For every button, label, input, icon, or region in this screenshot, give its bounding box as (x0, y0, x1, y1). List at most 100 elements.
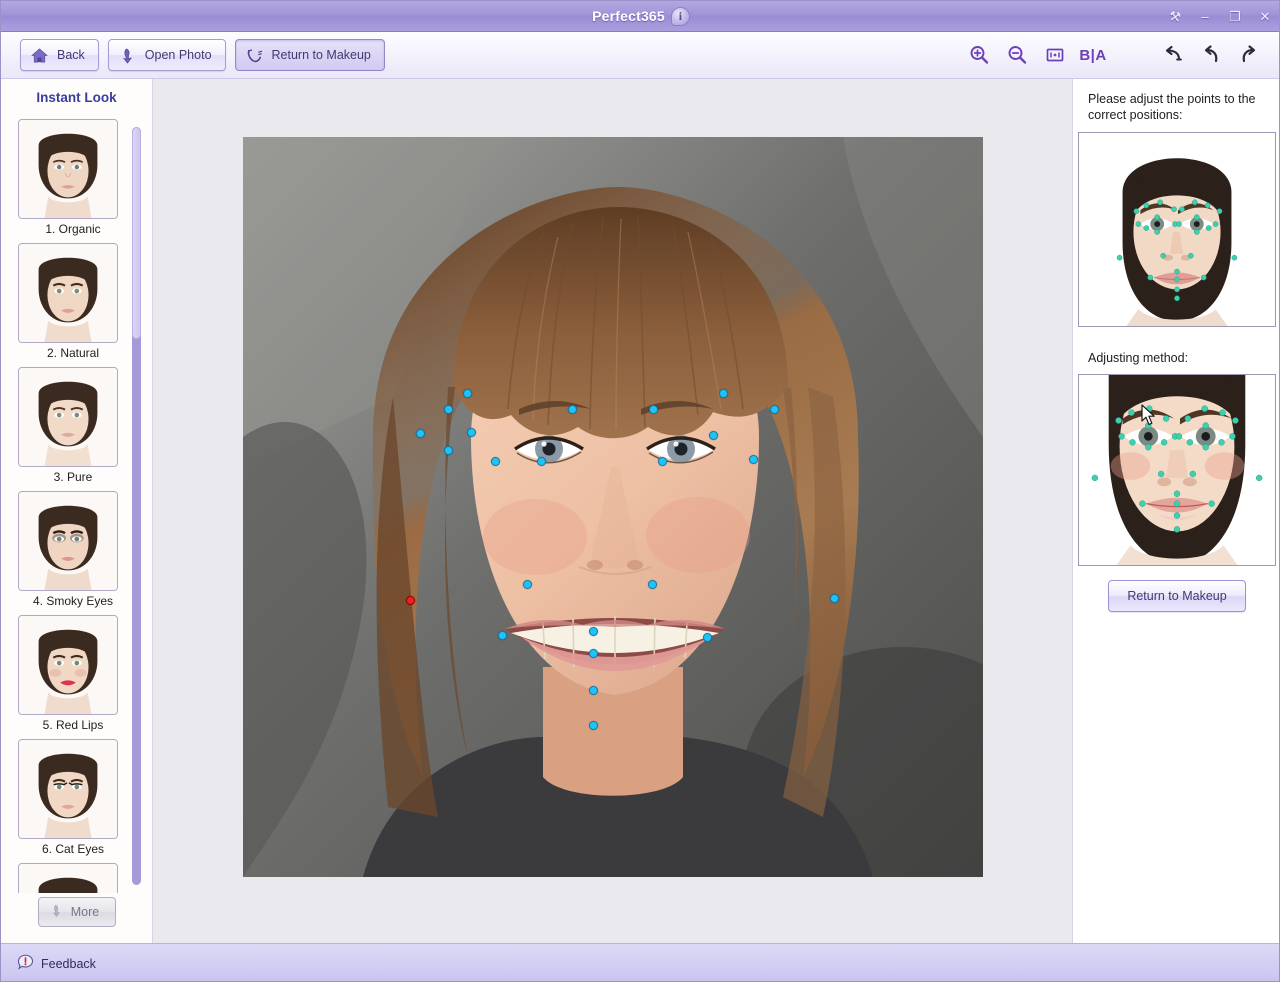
more-button[interactable]: More (37, 897, 117, 927)
sidebar-item-label: 1. Organic (45, 222, 101, 236)
landmark-point[interactable] (588, 626, 598, 636)
back-button[interactable]: Back (20, 39, 99, 71)
landmark-point[interactable] (522, 579, 532, 589)
window-controls: ⚒ – ❐ ✕ (1167, 1, 1273, 32)
toolbar: Back Open Photo Return to Makeup B|A (1, 32, 1279, 79)
landmark-point[interactable] (567, 404, 577, 414)
before-after-label: B|A (1079, 46, 1107, 64)
landmark-point[interactable] (748, 454, 758, 464)
return-to-makeup-container: Return to Makeup (1073, 580, 1279, 612)
landmark-point[interactable] (415, 428, 425, 438)
open-photo-button[interactable]: Open Photo (107, 39, 226, 71)
landmark-point[interactable] (462, 388, 472, 398)
return-to-makeup-button[interactable]: Return to Makeup (1108, 580, 1246, 612)
sidebar-scroll-region[interactable]: 1. Organic 2. Natural 3. Pure 4. Smoky E… (1, 119, 153, 893)
sidebar-item-smoky-eyes[interactable]: 4. Smoky Eyes (18, 491, 128, 610)
sidebar-item-pure[interactable]: 3. Pure (18, 367, 128, 486)
info-icon[interactable]: i (670, 6, 690, 26)
reference-image-box (1078, 132, 1276, 327)
adjusting-method-box (1078, 374, 1276, 566)
mouse-cursor-icon (1141, 404, 1159, 428)
minimize-button[interactable]: – (1197, 10, 1213, 23)
instant-look-list: 1. Organic 2. Natural 3. Pure 4. Smoky E… (18, 119, 128, 893)
photo-canvas[interactable] (153, 79, 1072, 943)
reference-face-image (1079, 133, 1275, 326)
landmark-point[interactable] (443, 404, 453, 414)
return-to-makeup-toolbar-button[interactable]: Return to Makeup (234, 39, 385, 71)
more-button-container: More (1, 897, 153, 927)
landmark-point[interactable] (588, 720, 598, 730)
adjusting-method-image (1079, 375, 1275, 565)
maximize-button[interactable]: ❐ (1227, 10, 1243, 23)
look-thumbnail (18, 119, 118, 219)
landmark-point[interactable] (769, 404, 779, 414)
return-to-makeup-toolbar-label: Return to Makeup (271, 48, 371, 62)
landmark-point[interactable] (647, 579, 657, 589)
perfect365-window: Perfect365 i ⚒ – ❐ ✕ Back Open Photo Ret… (0, 0, 1280, 982)
redo-icon[interactable] (1231, 40, 1267, 70)
title-bar: Perfect365 i ⚒ – ❐ ✕ (1, 1, 1279, 32)
landmark-point[interactable] (466, 427, 476, 437)
feedback-button[interactable]: Feedback (17, 954, 96, 974)
title-group: Perfect365 i (592, 6, 690, 26)
sidebar-title: Instant Look (36, 90, 117, 105)
app-title: Perfect365 (592, 8, 665, 24)
landmark-point[interactable] (702, 632, 712, 642)
landmark-point[interactable] (588, 685, 598, 695)
sidebar-scrollbar-thumb[interactable] (132, 127, 141, 339)
landmark-point[interactable] (443, 445, 453, 455)
sidebar-item-red-lips[interactable]: 5. Red Lips (18, 615, 128, 734)
sidebar-item-label: 5. Red Lips (42, 718, 104, 732)
landmark-point-selected[interactable] (405, 595, 415, 605)
undo-icon[interactable] (1193, 40, 1229, 70)
feedback-label: Feedback (41, 957, 96, 971)
sidebar-item-label: 3. Pure (53, 470, 93, 484)
landmark-point[interactable] (490, 456, 500, 466)
landmark-point[interactable] (829, 593, 839, 603)
settings-wrench-button[interactable]: ⚒ (1166, 8, 1184, 25)
close-button[interactable]: ✕ (1257, 10, 1273, 23)
reset-icon[interactable] (1155, 40, 1191, 70)
zoom-out-icon[interactable] (999, 40, 1035, 70)
look-thumbnail (18, 739, 118, 839)
sidebar-item-natural[interactable]: 2. Natural (18, 243, 128, 362)
look-thumbnail (18, 367, 118, 467)
look-thumbnail (18, 243, 118, 343)
landmark-point[interactable] (588, 648, 598, 658)
before-after-icon[interactable]: B|A (1075, 40, 1111, 70)
zoom-in-icon[interactable] (961, 40, 997, 70)
toolbar-right-group: B|A (961, 40, 1267, 70)
instant-look-sidebar: Instant Look 1. Organic 2. Natural 3. Pu… (1, 79, 153, 943)
landmark-point[interactable] (536, 456, 546, 466)
photo-image (243, 137, 983, 877)
landmark-point[interactable] (657, 456, 667, 466)
more-button-label: More (70, 905, 100, 919)
sidebar-item-cat-eyes[interactable]: 6. Cat Eyes (18, 739, 128, 858)
sidebar-item-label: 6. Cat Eyes (41, 842, 105, 856)
adjusting-method-label: Adjusting method: (1088, 351, 1189, 365)
feedback-bubble-icon (17, 954, 34, 974)
back-button-label: Back (57, 48, 85, 62)
adjust-points-panel: Please adjust the points to the correct … (1072, 79, 1279, 943)
toolbar-left-group: Back Open Photo Return to Makeup (20, 39, 385, 71)
landmark-point[interactable] (718, 388, 728, 398)
open-photo-button-label: Open Photo (144, 48, 212, 62)
open-photo-arrow-icon (118, 46, 137, 65)
sidebar-item-label: 2. Natural (46, 346, 100, 360)
bottom-bar: Feedback I ♥ it! (0) ◀ ▶ View My Favorit… (1, 943, 1279, 981)
landmark-point[interactable] (708, 430, 718, 440)
sidebar-item-label: 4. Smoky Eyes (32, 594, 114, 608)
sidebar-item-organic[interactable]: 1. Organic (18, 119, 128, 238)
look-thumbnail (18, 615, 118, 715)
sidebar-item-next-partial[interactable] (18, 863, 128, 893)
more-arrow-icon (49, 903, 64, 921)
landmark-point[interactable] (648, 404, 658, 414)
sidebar-scrollbar[interactable] (132, 127, 141, 885)
look-thumbnail (18, 863, 118, 893)
main-photo[interactable] (243, 137, 983, 877)
landmark-point[interactable] (497, 630, 507, 640)
fit-to-window-icon[interactable] (1037, 40, 1073, 70)
adjust-instruction: Please adjust the points to the correct … (1088, 92, 1256, 122)
return-to-makeup-icon (245, 46, 264, 65)
home-icon (30, 46, 49, 65)
